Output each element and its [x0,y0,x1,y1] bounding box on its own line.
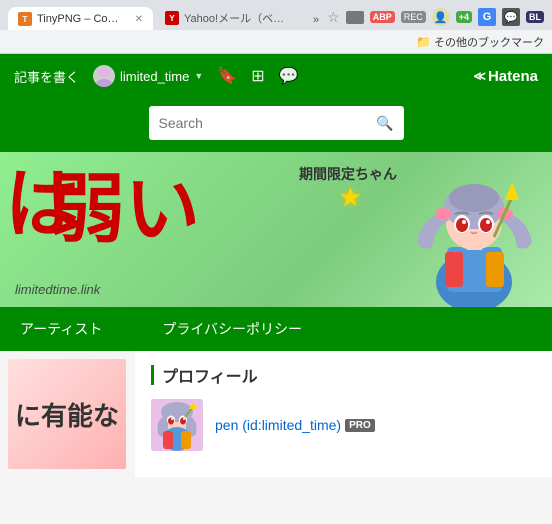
tab-tinypng-label: TinyPNG – Compress... [37,13,128,25]
search-icon[interactable]: 🔍 [376,115,393,132]
user-avatar-small [93,65,115,87]
abp-badge: ABP [370,11,395,23]
nav-privacy[interactable]: プライバシーポリシー [162,319,302,339]
main-content: プロフィール [135,351,552,477]
search-box: 🔍 [149,106,404,140]
hatena-header: 記事を書く limited_time ▼ 🔖 ⊞ 💬 ≪ Hatena [0,54,552,98]
nav-artist[interactable]: アーティスト [20,319,102,339]
other-bookmarks-label: その他のブックマーク [434,34,544,50]
rec-badge: REC [401,11,426,23]
user-name-label: limited_time [120,69,189,84]
browser-tab-bar: T TinyPNG – Compress... ✕ Y Yahoo!メール（ベー… [0,0,552,30]
yahoo-favicon: Y [165,11,179,25]
caret-down-icon: ▼ [194,71,203,81]
hero-star: ★ [339,182,362,213]
grid-icon[interactable]: ⊞ [251,66,264,86]
content-area: に有能な プロフィール [0,351,552,477]
g-icon[interactable]: G [478,8,496,26]
hatena-logo[interactable]: ≪ Hatena [473,68,538,85]
profile-user-info: pen (id:limited_time) PRO [215,417,375,433]
tab-tinypng[interactable]: T TinyPNG – Compress... ✕ [8,7,153,30]
sidebar: に有能な [0,351,135,477]
profile-user-link[interactable]: pen (id:limited_time) [215,417,341,433]
bookmark-bar: 📁 その他のブックマーク [0,30,552,54]
tab-yahoo[interactable]: Y Yahoo!メール（ベータ版 [155,5,305,30]
hero-character [397,152,552,307]
star-icon[interactable]: ☆ [327,9,340,26]
tab-tinypng-close[interactable]: ✕ [135,14,143,25]
hero-banner: は 弱い 期間限定ちゃん ★ limitedtime.link [0,152,552,307]
bookmark-icon[interactable]: 🔖 [217,66,237,86]
profile-user-name-row: pen (id:limited_time) PRO [215,417,375,433]
sidebar-image: に有能な [8,359,126,469]
profile-title: プロフィール [162,363,258,387]
tab-more[interactable]: » [307,9,325,30]
hero-url: limitedtime.link [15,282,100,297]
mail-icon[interactable] [346,11,364,24]
chat-icon[interactable]: 💬 [502,8,520,26]
plus4-badge: +4 [456,11,472,23]
user-icon[interactable]: 👤 [432,8,450,26]
write-button[interactable]: 記事を書く [14,67,79,86]
caret-left-icon: ≪ [473,69,486,83]
bl-badge: BL [526,11,544,23]
search-input[interactable] [159,115,369,131]
profile-user-row: pen (id:limited_time) PRO [151,399,536,451]
profile-header: プロフィール [151,363,536,387]
tinypng-favicon: T [18,12,32,26]
tab-yahoo-label: Yahoo!メール（ベータ版 [184,10,295,26]
profile-title-bar [151,365,154,385]
search-bar-container: 🔍 [0,98,552,152]
user-menu[interactable]: limited_time ▼ [93,65,203,87]
sidebar-big-text: に有能な [15,396,119,433]
nav-bar: アーティスト プライバシーポリシー [0,307,552,351]
profile-avatar [151,399,203,451]
folder-icon: 📁 [416,35,431,49]
hero-title-main: 弱い [50,172,200,247]
comment-icon[interactable]: 💬 [279,66,299,86]
browser-top-icons: ☆ ABP REC 👤 +4 G 💬 BL [327,8,544,30]
pro-badge: PRO [345,419,375,432]
other-bookmarks[interactable]: 📁 その他のブックマーク [416,34,544,50]
hero-subtitle: 期間限定ちゃん [299,164,397,184]
hatena-logo-text: Hatena [488,68,538,85]
